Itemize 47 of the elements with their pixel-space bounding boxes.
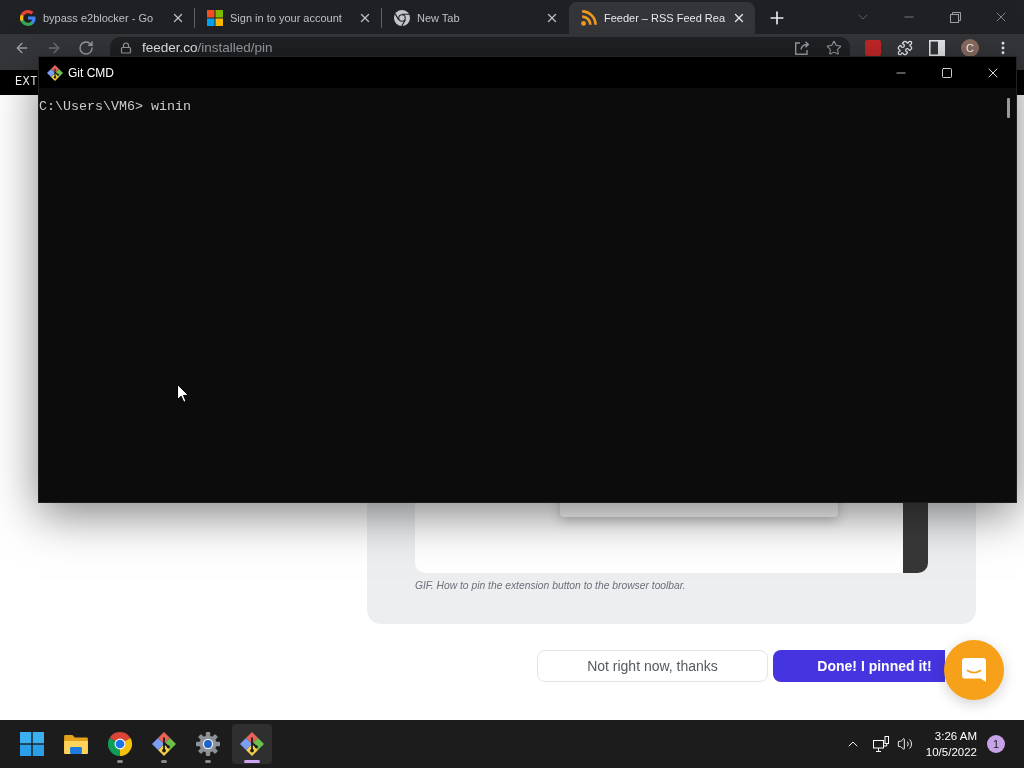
banner-text: EXT	[15, 75, 38, 89]
chat-icon	[961, 657, 987, 683]
address-bar[interactable]: feeder.co/installed/pin	[110, 37, 850, 57]
browser-icon	[108, 732, 132, 756]
folder-icon	[64, 734, 88, 754]
close-icon[interactable]	[732, 11, 746, 25]
reload-icon[interactable]	[78, 40, 94, 56]
four-squares-icon	[207, 10, 223, 26]
browser-tab[interactable]: bypass e2blocker - Go	[8, 2, 194, 34]
star-icon[interactable]	[826, 40, 842, 56]
taskbar-button[interactable]	[232, 724, 272, 764]
back-icon[interactable]	[14, 40, 30, 56]
url-text: feeder.co/installed/pin	[142, 40, 273, 56]
window-title: Git CMD	[68, 65, 114, 80]
browser-tab[interactable]: New Tab	[382, 2, 568, 34]
letter-g-icon	[20, 10, 36, 26]
close-icon[interactable]	[545, 11, 559, 25]
diamond-logo-icon	[152, 732, 176, 756]
close-icon[interactable]	[171, 11, 185, 25]
browser-icon	[394, 10, 410, 26]
start-icon[interactable]	[20, 732, 44, 756]
rss-icon	[581, 10, 597, 26]
share-icon[interactable]	[794, 40, 810, 56]
restore-icon[interactable]	[949, 11, 961, 23]
confirm-button[interactable]: Done! I pinned it!	[773, 650, 945, 682]
profile-avatar[interactable]: C	[961, 39, 979, 57]
maximize-icon[interactable]	[941, 66, 953, 79]
volume-icon[interactable]	[896, 736, 913, 752]
notification-badge[interactable]: 1	[987, 735, 1005, 753]
sidebar-icon[interactable]	[929, 40, 945, 56]
browser-tab[interactable]: Feeder – RSS Feed Rea	[569, 2, 755, 34]
mouse-pointer-icon	[177, 384, 189, 403]
gif-caption: GIF. How to pin the extension button to the browser toolbar.	[415, 579, 687, 593]
diamond-logo-icon	[240, 732, 264, 756]
puzzle-icon[interactable]	[897, 40, 913, 56]
extension-tile-icon[interactable]	[865, 40, 881, 56]
gear-icon	[196, 732, 220, 756]
clock-date[interactable]: 10/5/2022	[925, 744, 977, 760]
diamond-logo-icon	[47, 64, 63, 81]
clock-time[interactable]: 3:26 AM	[934, 728, 977, 744]
close-icon[interactable]	[358, 11, 372, 25]
dismiss-button[interactable]: Not right now, thanks	[537, 650, 768, 682]
browser-tab[interactable]: Sign in to your account	[195, 2, 381, 34]
network-icon[interactable]	[872, 736, 889, 752]
scrollbar-thumb[interactable]	[1006, 98, 1010, 118]
lock-icon[interactable]	[120, 42, 132, 54]
terminal-line: C:\Users\VM6> winin	[39, 99, 191, 115]
